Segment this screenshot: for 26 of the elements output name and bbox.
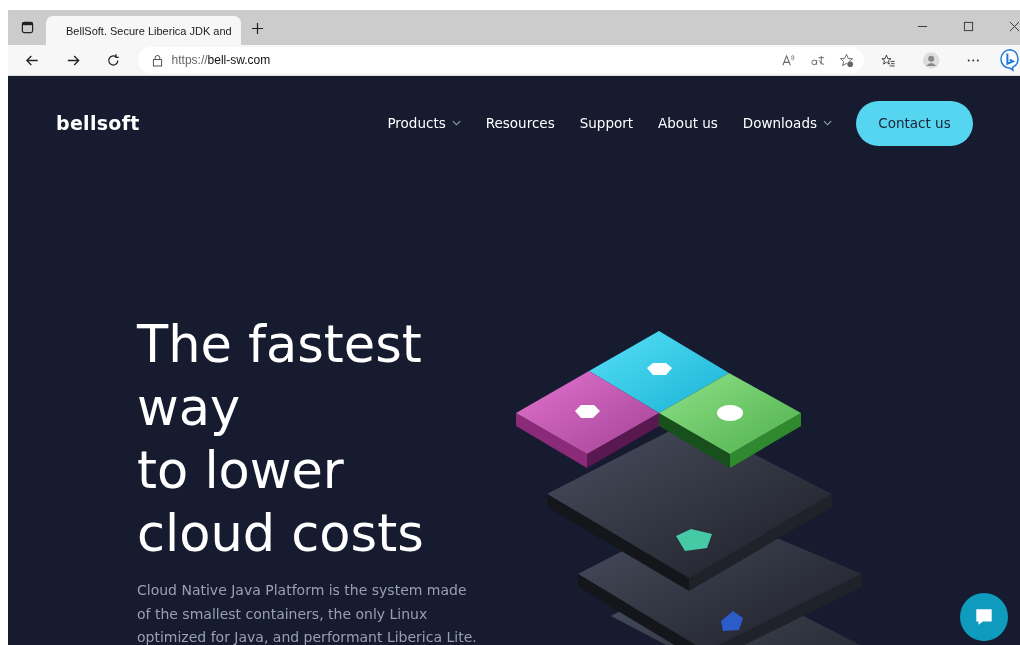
nav-link[interactable]: Products — [387, 115, 461, 131]
nav-link[interactable]: About us — [658, 115, 718, 131]
chat-button[interactable] — [960, 593, 1008, 641]
bellsoft-logo[interactable]: bellsoft — [56, 112, 140, 134]
hero-heading: The fastest way to lower cloud costs — [137, 314, 425, 565]
chevron-down-icon — [451, 120, 461, 126]
chevron-down-icon — [823, 120, 832, 126]
nav-link[interactable]: Support — [579, 115, 634, 131]
nav-link[interactable]: Downloads — [742, 115, 832, 131]
new-tab-icon[interactable] — [251, 22, 264, 35]
profile-icon[interactable] — [921, 50, 941, 70]
nav-link[interactable]: Resources — [485, 115, 555, 131]
read-aloud-icon[interactable] — [781, 52, 797, 68]
tab-actions-icon[interactable] — [21, 21, 34, 34]
lock-icon — [151, 53, 163, 67]
contact-us-button[interactable]: Contact us — [856, 100, 973, 146]
browser-tab[interactable]: BellSoft. Secure Liberica JDK and — [46, 16, 241, 45]
tab-title: BellSoft. Secure Liberica JDK and — [66, 24, 232, 37]
refresh-icon[interactable] — [106, 52, 121, 68]
maximize-icon[interactable] — [963, 21, 974, 32]
hero-description: Cloud Native Java Platform is the system made of the smallest containers, the only Linux optimized for Java, and performant Liberica Lite. — [137, 581, 478, 645]
copilot-icon[interactable] — [999, 48, 1020, 72]
favorites-icon[interactable] — [881, 52, 896, 68]
close-icon[interactable] — [1009, 21, 1020, 32]
add-favorite-icon[interactable] — [839, 52, 855, 68]
address-field[interactable]: https://bell-sw.com — [137, 47, 865, 73]
